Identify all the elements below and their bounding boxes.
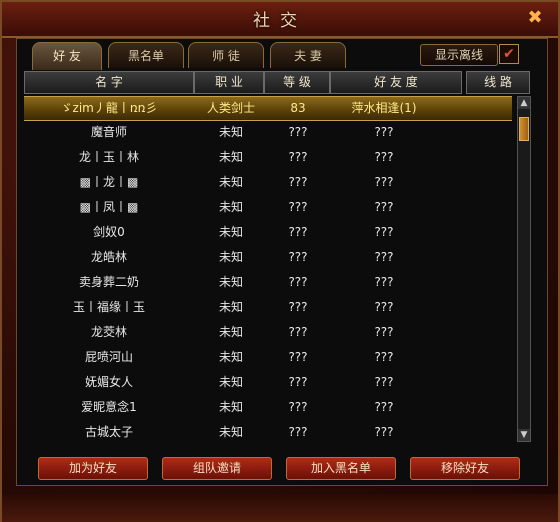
- friend-intimacy: ???: [374, 125, 394, 139]
- tab-friends-label: 好 友: [53, 49, 81, 63]
- friend-intimacy: ???: [374, 300, 394, 314]
- friend-job: 未知: [218, 150, 243, 164]
- friend-level: ???: [288, 150, 308, 164]
- friend-job: 未知: [218, 275, 243, 289]
- friend-name: 玉丨福缘丨玉: [72, 300, 145, 314]
- window-title: 社交: [253, 11, 307, 31]
- friend-job: 未知: [218, 400, 243, 414]
- tab-spouse[interactable]: 夫 妻: [270, 42, 346, 68]
- friend-job: 未知: [218, 200, 243, 214]
- team-invite-button[interactable]: 组队邀请: [162, 457, 272, 480]
- show-offline-label[interactable]: 显示离线: [420, 44, 498, 66]
- friend-intimacy: ???: [374, 400, 394, 414]
- scroll-thumb[interactable]: [519, 117, 529, 141]
- friend-intimacy: ???: [374, 175, 394, 189]
- friend-job: 未知: [218, 250, 243, 264]
- tab-mentor[interactable]: 师 徒: [188, 42, 264, 68]
- friend-intimacy: ???: [374, 250, 394, 264]
- tab-mentor-label: 师 徒: [212, 49, 240, 63]
- friend-level: ???: [288, 400, 308, 414]
- friend-name: 屁喷河山: [84, 350, 133, 364]
- friend-job: 未知: [218, 225, 243, 239]
- table-row[interactable]: 龙皓林 未知??????: [24, 246, 512, 271]
- friend-name: 卖身葬二奶: [78, 275, 139, 289]
- table-row[interactable]: ▩丨凤丨▩ 未知??????: [24, 196, 512, 221]
- friend-level: ???: [288, 325, 308, 339]
- column-header-line[interactable]: 线 路: [466, 71, 530, 94]
- friend-name: 剑奴0: [93, 225, 125, 239]
- table-row[interactable]: ゞzim丿龍丨ռռ彡 人类剑士 83 萍水相逢(1): [24, 96, 512, 121]
- friend-job: 未知: [218, 375, 243, 389]
- tab-friends[interactable]: 好 友: [32, 42, 102, 70]
- bottom-border-decoration: [2, 494, 558, 522]
- scroll-up-icon[interactable]: ▲: [518, 97, 530, 109]
- table-row[interactable]: 魔音师 未知??????: [24, 121, 512, 146]
- table-row[interactable]: 剑奴0 未知??????: [24, 221, 512, 246]
- tab-blacklist[interactable]: 黑名单: [108, 42, 184, 68]
- friend-intimacy: 萍水相逢(1): [351, 101, 417, 115]
- table-row[interactable]: ▩丨龙丨▩ 未知??????: [24, 171, 512, 196]
- friend-job: 未知: [218, 350, 243, 364]
- table-row[interactable]: 龙茭林 未知??????: [24, 321, 512, 346]
- friend-name: ゞzim丿龍丨ռռ彡: [60, 101, 158, 115]
- column-header-intimacy[interactable]: 好 友 度: [330, 71, 462, 94]
- column-header-level[interactable]: 等 级: [264, 71, 330, 94]
- friend-intimacy: ???: [374, 325, 394, 339]
- column-header-name[interactable]: 名 字: [24, 71, 194, 94]
- friend-level: ???: [288, 425, 308, 439]
- friend-level: ???: [288, 275, 308, 289]
- scrollbar[interactable]: ▲ ▼: [517, 96, 531, 442]
- tab-blacklist-label: 黑名单: [127, 49, 164, 63]
- tab-spouse-label: 夫 妻: [294, 49, 322, 63]
- friend-name: 爱昵意念1: [81, 400, 137, 414]
- table-row[interactable]: 屁喷河山 未知??????: [24, 346, 512, 371]
- friend-level: 83: [290, 101, 306, 115]
- friend-level: ???: [288, 175, 308, 189]
- friend-level: ???: [288, 375, 308, 389]
- friend-name: 古城太子: [84, 425, 133, 439]
- friend-name: 妩媚女人: [84, 375, 133, 389]
- table-row[interactable]: 龙丨玉丨林 未知??????: [24, 146, 512, 171]
- table-row[interactable]: 玉丨福缘丨玉 未知??????: [24, 296, 512, 321]
- friend-intimacy: ???: [374, 425, 394, 439]
- friend-name: ▩丨龙丨▩: [79, 175, 139, 189]
- friend-job: 未知: [218, 325, 243, 339]
- friend-level: ???: [288, 250, 308, 264]
- friend-name: ▩丨凤丨▩: [79, 200, 139, 214]
- remove-friend-button[interactable]: 移除好友: [410, 457, 520, 480]
- friend-job: 未知: [218, 300, 243, 314]
- friend-level: ???: [288, 200, 308, 214]
- table-row[interactable]: 卖身葬二奶 未知??????: [24, 271, 512, 296]
- friend-job: 人类剑士: [206, 101, 255, 115]
- social-window: 社交 ✖ 好 友 黑名单 师 徒 夫 妻 显示离线 ✔ 名 字 职 业 等 级 …: [0, 0, 560, 522]
- friend-name: 龙皓林: [90, 250, 127, 264]
- friend-name: 龙茭林: [90, 325, 127, 339]
- friend-intimacy: ???: [374, 150, 394, 164]
- friend-level: ???: [288, 350, 308, 364]
- friend-level: ???: [288, 300, 308, 314]
- table-row[interactable]: 古城太子 未知??????: [24, 421, 512, 442]
- table-row[interactable]: 妩媚女人 未知??????: [24, 371, 512, 396]
- friend-level: ???: [288, 125, 308, 139]
- title-bar[interactable]: 社交 ✖: [2, 2, 558, 38]
- scroll-down-icon[interactable]: ▼: [518, 429, 530, 441]
- friend-level: ???: [288, 225, 308, 239]
- show-offline-checkbox[interactable]: ✔: [499, 44, 519, 64]
- friend-job: 未知: [218, 175, 243, 189]
- add-friend-button[interactable]: 加为好友: [38, 457, 148, 480]
- column-header-job[interactable]: 职 业: [194, 71, 264, 94]
- friend-job: 未知: [218, 125, 243, 139]
- friend-intimacy: ???: [374, 350, 394, 364]
- close-icon[interactable]: ✖: [526, 9, 544, 27]
- friend-intimacy: ???: [374, 275, 394, 289]
- friend-job: 未知: [218, 425, 243, 439]
- friend-intimacy: ???: [374, 225, 394, 239]
- friend-list: ゞzim丿龍丨ռռ彡 人类剑士 83 萍水相逢(1) 魔音师 未知?????? 龙丨玉丨林未…: [24, 96, 512, 442]
- friend-intimacy: ???: [374, 375, 394, 389]
- friend-intimacy: ???: [374, 200, 394, 214]
- friend-name: 魔音师: [90, 125, 127, 139]
- add-blacklist-button[interactable]: 加入黑名单: [286, 457, 396, 480]
- table-row[interactable]: 爱昵意念1 未知??????: [24, 396, 512, 421]
- friend-name: 龙丨玉丨林: [78, 150, 139, 164]
